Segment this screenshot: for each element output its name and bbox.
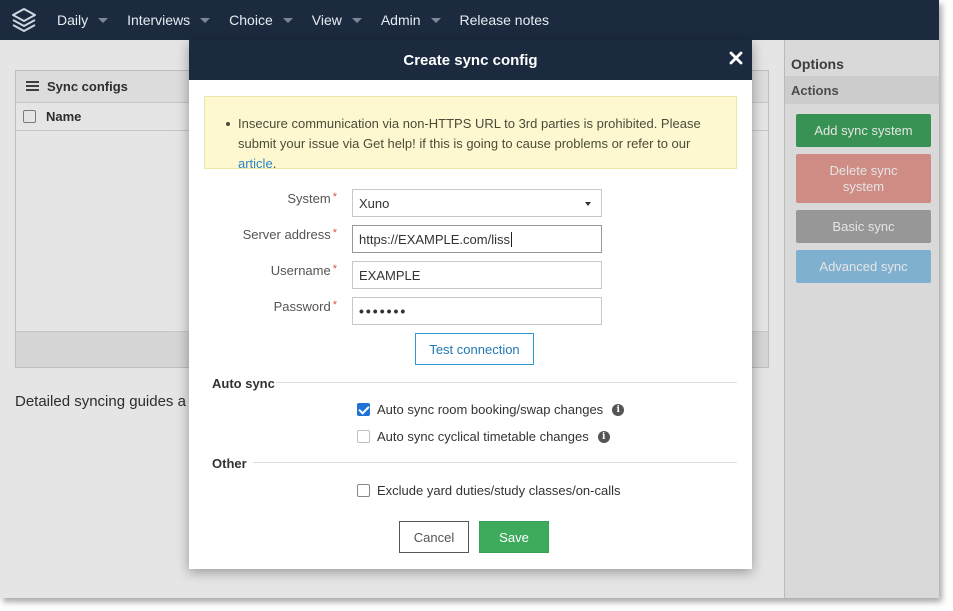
system-label: System * xyxy=(287,191,337,206)
nav-choice[interactable]: Choice xyxy=(229,0,293,40)
auto-sync-room-booking-option[interactable]: Auto sync room booking/swap changes i xyxy=(357,402,625,417)
section-divider xyxy=(253,462,737,463)
modal-header: Create sync config xyxy=(189,40,752,80)
nav-daily[interactable]: Daily xyxy=(57,0,109,40)
app-window: Daily Interviews Choice View Admin Relea… xyxy=(0,0,939,598)
article-link[interactable]: article xyxy=(238,156,273,171)
cancel-button[interactable]: Cancel xyxy=(399,521,469,553)
layers-logo-icon[interactable] xyxy=(0,0,48,40)
server-address-label: Server address * xyxy=(242,227,337,242)
alert-text: Insecure communication via non-HTTPS URL… xyxy=(238,116,701,151)
auto-sync-room-booking-checkbox[interactable] xyxy=(357,403,370,416)
exclude-yard-duties-option[interactable]: Exclude yard duties/study classes/on-cal… xyxy=(357,483,621,498)
required-marker: * xyxy=(332,299,337,311)
auto-sync-heading: Auto sync xyxy=(212,376,275,391)
https-warning-alert: Insecure communication via non-HTTPS URL… xyxy=(204,96,737,171)
username-label: Username * xyxy=(270,263,337,278)
system-select[interactable]: Xuno xyxy=(352,189,602,217)
nav-interviews[interactable]: Interviews xyxy=(127,0,211,40)
info-icon[interactable]: i xyxy=(597,430,610,443)
password-label: Password * xyxy=(273,299,337,314)
required-marker: * xyxy=(332,227,337,239)
modal-title: Create sync config xyxy=(403,51,538,69)
caret-down-icon xyxy=(200,17,211,23)
nav-admin[interactable]: Admin xyxy=(381,0,441,40)
other-heading: Other xyxy=(212,456,247,471)
server-address-input[interactable]: https://EXAMPLE.com/liss xyxy=(352,225,602,253)
save-button[interactable]: Save xyxy=(479,521,549,553)
nav-view[interactable]: View xyxy=(312,0,362,40)
section-divider xyxy=(276,382,737,383)
auto-sync-cyclical-checkbox xyxy=(357,430,370,443)
alert-suffix: . xyxy=(272,156,277,171)
password-input[interactable]: ••••••• xyxy=(352,297,602,325)
caret-down-icon xyxy=(282,17,293,23)
top-navbar: Daily Interviews Choice View Admin Relea… xyxy=(0,0,939,40)
create-sync-config-dialog: Create sync config Insecure communicatio… xyxy=(189,40,752,569)
required-marker: * xyxy=(332,191,337,203)
caret-down-icon xyxy=(430,17,441,23)
auto-sync-cyclical-option: Auto sync cyclical timetable changes i xyxy=(357,429,610,444)
bullet-icon xyxy=(226,122,230,126)
caret-down-icon xyxy=(351,17,362,23)
exclude-yard-duties-checkbox[interactable] xyxy=(357,484,370,497)
required-marker: * xyxy=(332,263,337,275)
text-cursor xyxy=(511,231,512,247)
info-icon[interactable]: i xyxy=(612,403,625,416)
caret-down-icon xyxy=(585,202,591,206)
nav-release-notes[interactable]: Release notes xyxy=(460,0,550,40)
caret-down-icon xyxy=(98,17,109,23)
close-icon[interactable] xyxy=(729,51,743,65)
test-connection-button[interactable]: Test connection xyxy=(415,333,534,365)
username-input[interactable]: EXAMPLE xyxy=(352,261,602,289)
